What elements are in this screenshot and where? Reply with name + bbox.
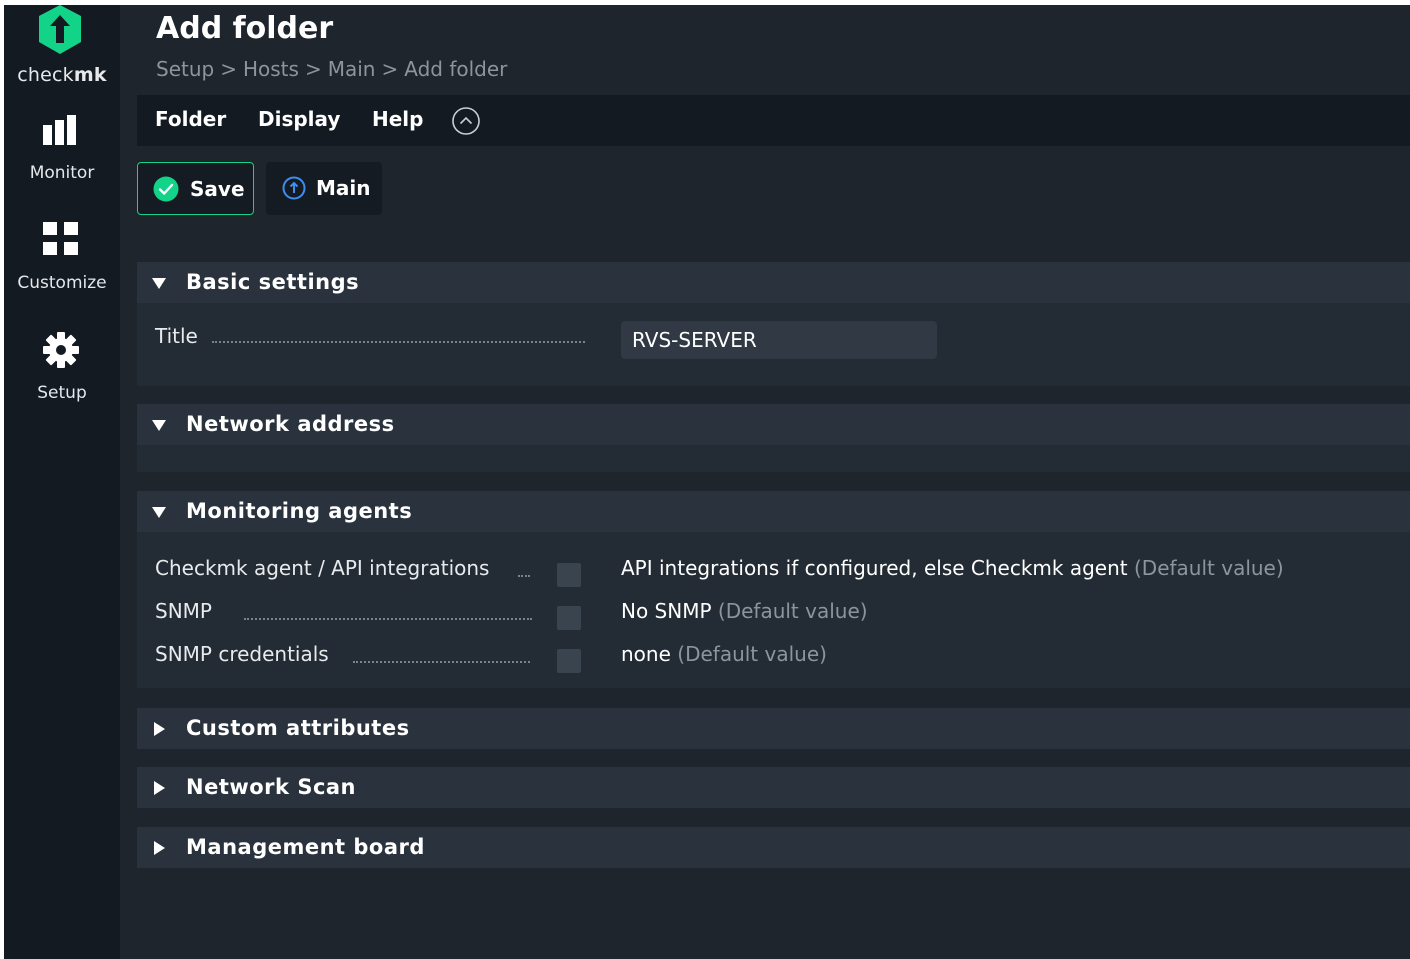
section-header[interactable]: Management board <box>137 827 1410 868</box>
agent-type-label: Checkmk agent / API integrations <box>155 556 490 580</box>
section-header[interactable]: Network address <box>137 404 1410 445</box>
label-leader-dots <box>518 575 530 577</box>
breadcrumb-setup[interactable]: Setup <box>156 57 214 81</box>
agent-type-checkbox[interactable] <box>557 563 581 587</box>
snmp-label: SNMP <box>155 599 212 623</box>
section-network-scan: Network Scan <box>137 767 1410 808</box>
breadcrumb: Setup > Hosts > Main > Add folder <box>156 57 507 81</box>
checkmk-logo-icon <box>39 5 81 54</box>
menu-folder[interactable]: Folder <box>155 107 226 131</box>
agent-type-value: API integrations if configured, else Che… <box>621 556 1284 580</box>
section-header[interactable]: Custom attributes <box>137 708 1410 749</box>
snmp-credentials-checkbox[interactable] <box>557 649 581 673</box>
menu-display[interactable]: Display <box>258 107 340 131</box>
section-title: Network address <box>186 412 395 436</box>
main-button-label: Main <box>316 176 371 200</box>
section-header[interactable]: Network Scan <box>137 767 1410 808</box>
save-button-label: Save <box>190 177 245 201</box>
title-input[interactable] <box>621 321 937 359</box>
triangle-down-icon <box>152 507 166 518</box>
section-title: Network Scan <box>186 775 357 799</box>
breadcrumb-current: Add folder <box>404 57 508 81</box>
page-title: Add folder <box>156 11 334 46</box>
triangle-right-icon <box>154 841 165 855</box>
sidebar-item-setup[interactable]: Setup <box>4 330 120 430</box>
breadcrumb-separator: > <box>304 57 322 81</box>
sidebar-item-monitor[interactable]: Monitor <box>4 113 120 213</box>
section-title: Basic settings <box>186 270 360 294</box>
check-circle-icon <box>153 176 179 202</box>
label-leader-dots <box>244 618 532 620</box>
sidebar-item-label: Customize <box>17 273 107 293</box>
breadcrumb-hosts[interactable]: Hosts <box>243 57 299 81</box>
gear-icon <box>43 332 79 368</box>
section-network-address: Network address <box>137 404 1410 472</box>
section-title: Management board <box>186 835 425 859</box>
main-button[interactable]: Main <box>266 162 382 215</box>
snmp-credentials-label: SNMP credentials <box>155 642 329 666</box>
grid-icon <box>43 222 78 255</box>
chevron-up-circle-icon[interactable] <box>451 106 481 136</box>
triangle-down-icon <box>152 420 166 431</box>
triangle-right-icon <box>154 781 165 795</box>
section-management-board: Management board <box>137 827 1410 868</box>
breadcrumb-separator: > <box>381 57 399 81</box>
snmp-value: No SNMP (Default value) <box>621 599 868 623</box>
section-title: Monitoring agents <box>186 499 413 523</box>
label-leader-dots <box>212 341 585 343</box>
breadcrumb-separator: > <box>220 57 237 81</box>
save-button[interactable]: Save <box>137 162 254 215</box>
breadcrumb-main[interactable]: Main <box>328 57 376 81</box>
logo-wordmark: checkmk <box>17 64 107 86</box>
triangle-down-icon <box>152 278 166 289</box>
sidebar-item-label: Setup <box>37 383 87 403</box>
checkmk-logo[interactable]: checkmk <box>4 5 120 95</box>
section-monitoring-agents: Monitoring agents Checkmk agent / API in… <box>137 491 1410 688</box>
triangle-right-icon <box>154 722 165 736</box>
label-leader-dots <box>353 661 530 663</box>
section-basic-settings: Basic settings Title <box>137 262 1410 386</box>
sidebar-item-customize[interactable]: Customize <box>4 220 120 320</box>
section-title: Custom attributes <box>186 716 410 740</box>
page-menu-bar: Folder Display Help <box>137 95 1410 146</box>
section-header[interactable]: Monitoring agents <box>137 491 1410 532</box>
bar-chart-icon <box>43 115 76 145</box>
snmp-credentials-value: none (Default value) <box>621 642 827 666</box>
section-header[interactable]: Basic settings <box>137 262 1410 303</box>
sidebar-item-label: Monitor <box>29 163 95 183</box>
menu-help[interactable]: Help <box>372 107 423 131</box>
title-label: Title <box>155 324 198 348</box>
snmp-checkbox[interactable] <box>557 606 581 630</box>
sidebar: checkmk Monitor Customize Setup <box>4 5 120 959</box>
app-window: checkmk Monitor Customize Setup Add fold… <box>4 5 1410 959</box>
section-custom-attributes: Custom attributes <box>137 708 1410 749</box>
arrow-up-circle-icon <box>282 176 306 200</box>
